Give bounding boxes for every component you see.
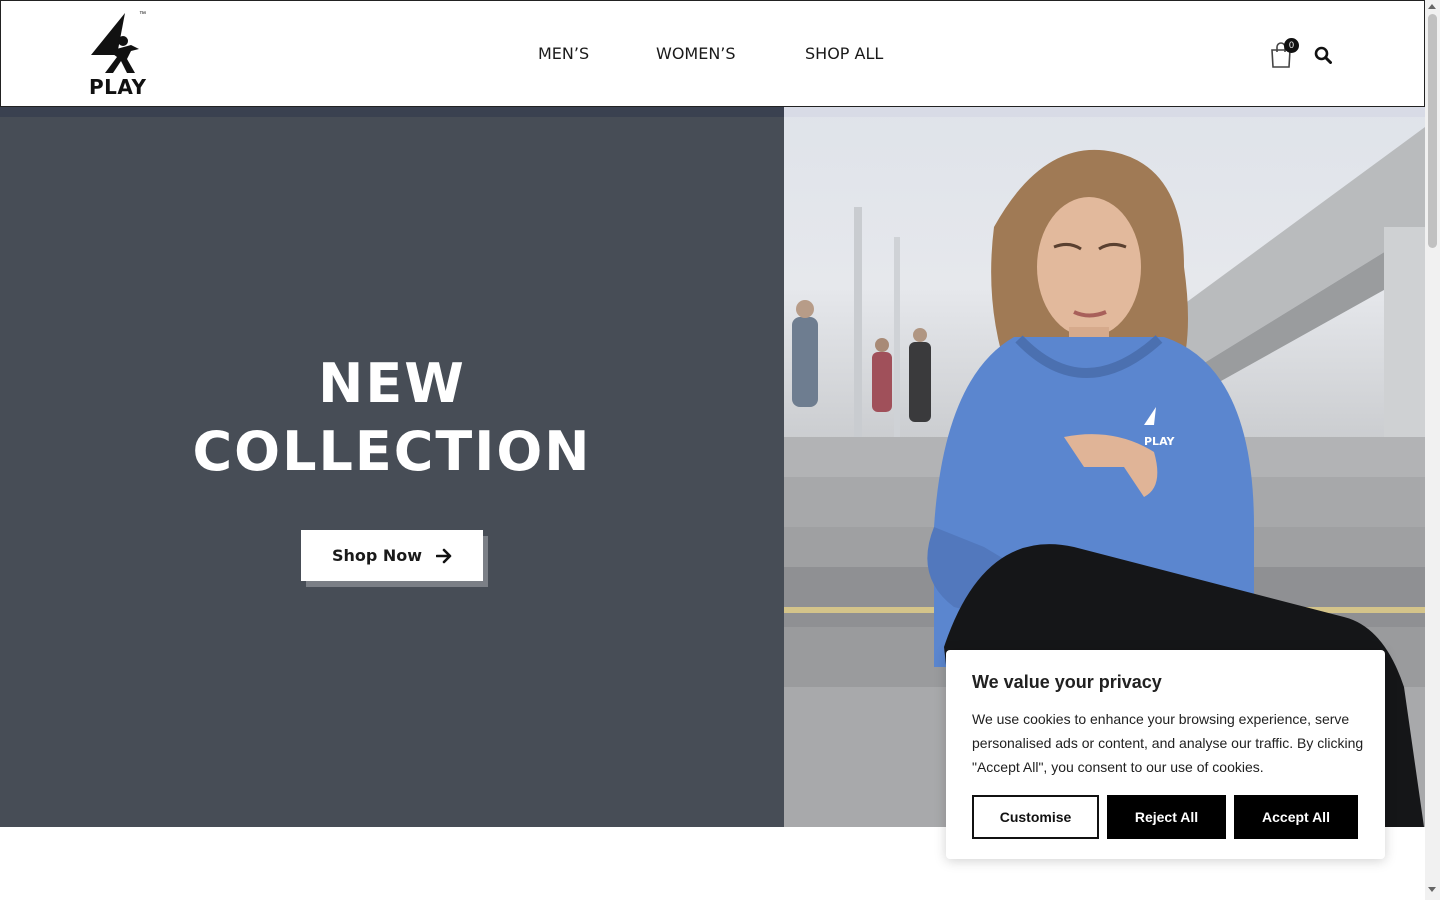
scroll-up-arrow-icon[interactable] bbox=[1428, 4, 1436, 9]
shop-now-button[interactable]: Shop Now bbox=[301, 530, 483, 581]
arrow-right-icon bbox=[436, 548, 452, 563]
brand-logo[interactable]: ™ PLAY bbox=[87, 11, 151, 99]
cookie-consent-dialog: We value your privacy We use cookies to … bbox=[946, 650, 1385, 859]
page-scrollbar[interactable] bbox=[1425, 0, 1440, 900]
customise-button[interactable]: Customise bbox=[972, 795, 1099, 839]
reject-all-button[interactable]: Reject All bbox=[1107, 795, 1226, 839]
cookie-description: We use cookies to enhance your browsing … bbox=[972, 711, 1364, 775]
logo-text: PLAY bbox=[89, 75, 147, 99]
cookie-title: We value your privacy bbox=[972, 672, 1162, 692]
accept-all-button[interactable]: Accept All bbox=[1234, 795, 1358, 839]
cart-count-badge: 0 bbox=[1284, 38, 1299, 53]
search-button[interactable] bbox=[1314, 46, 1332, 64]
scrollbar-thumb[interactable] bbox=[1428, 14, 1437, 248]
hoodie-logo-text: PLAY bbox=[1144, 435, 1176, 448]
trademark-mark: ™ bbox=[139, 11, 146, 18]
nav-shop-all[interactable]: SHOP ALL bbox=[805, 44, 883, 63]
site-header: ™ PLAY MEN’S WOMEN’S SHOP ALL 0 bbox=[0, 0, 1425, 107]
play-logo-icon bbox=[91, 13, 139, 73]
hero-title-line1: NEW bbox=[318, 352, 466, 415]
nav-womens[interactable]: WOMEN’S bbox=[656, 44, 736, 63]
shop-now-label: Shop Now bbox=[331, 546, 423, 565]
hero-top-strip bbox=[0, 107, 784, 117]
scroll-down-arrow-icon[interactable] bbox=[1428, 887, 1436, 892]
hero-title-line2: COLLECTION bbox=[192, 420, 592, 483]
hero-title: NEW COLLECTION bbox=[0, 350, 784, 486]
search-icon bbox=[1314, 46, 1332, 64]
page: ™ PLAY MEN’S WOMEN’S SHOP ALL 0 NEW COLL… bbox=[0, 0, 1440, 900]
nav-mens[interactable]: MEN’S bbox=[538, 44, 589, 63]
